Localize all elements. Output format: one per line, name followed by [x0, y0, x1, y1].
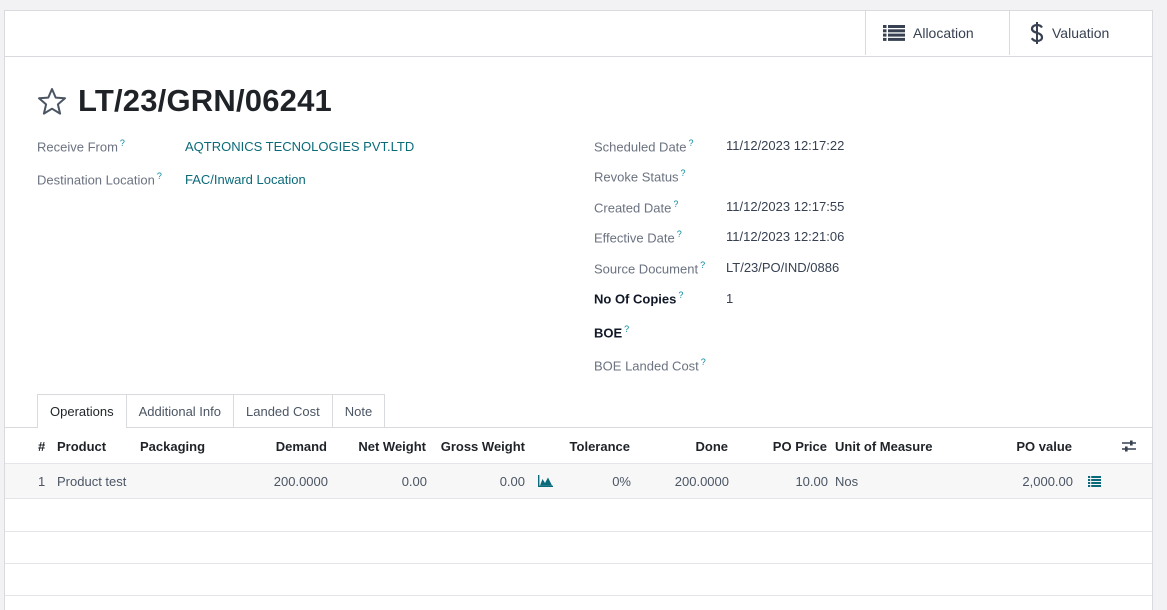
revoke-status-label-text: Revoke Status [594, 169, 679, 185]
list-icon [883, 25, 905, 41]
col-header-tolerance[interactable]: Tolerance [545, 439, 630, 454]
notebook-tabs: Operations Additional Info Landed Cost N… [37, 394, 386, 428]
allocation-button[interactable]: Allocation [865, 11, 1010, 55]
star-icon[interactable] [37, 87, 67, 116]
help-icon[interactable]: ? [689, 138, 694, 148]
allocation-label: Allocation [913, 25, 974, 41]
details-list-icon[interactable] [1088, 476, 1101, 487]
cell-po-value[interactable]: 2,000.00 [965, 474, 1073, 489]
tab-note[interactable]: Note [331, 394, 386, 427]
cell-unit-of-measure[interactable]: Nos [835, 474, 858, 489]
help-icon[interactable]: ? [120, 138, 125, 148]
cell-tolerance[interactable]: 0% [545, 474, 631, 489]
revoke-status-label: Revoke Status? [594, 168, 686, 184]
scheduled-date-value[interactable]: 11/12/2023 12:17:22 [726, 138, 844, 153]
col-header-net-weight[interactable]: Net Weight [336, 439, 426, 454]
effective-date-value[interactable]: 11/12/2023 12:21:06 [726, 229, 844, 244]
table-row[interactable]: 1 Product test 200.0000 0.00 0.00 0% 200… [5, 464, 1152, 499]
receive-from-label: Receive From? [37, 138, 125, 154]
help-icon[interactable]: ? [673, 199, 678, 209]
cell-gross-weight[interactable]: 0.00 [430, 474, 525, 489]
valuation-button[interactable]: Valuation [1009, 11, 1154, 55]
help-icon[interactable]: ? [681, 168, 686, 178]
col-header-po-value[interactable]: PO value [965, 439, 1072, 454]
effective-date-label: Effective Date? [594, 229, 682, 245]
dollar-icon [1030, 22, 1044, 44]
boe-landed-cost-label-text: BOE Landed Cost [594, 358, 699, 374]
tab-operations[interactable]: Operations [37, 394, 127, 428]
col-header-gross-weight[interactable]: Gross Weight [430, 439, 525, 454]
col-header-product[interactable]: Product [57, 439, 106, 454]
col-header-done[interactable]: Done [645, 439, 729, 454]
tab-additional-info[interactable]: Additional Info [125, 394, 234, 427]
help-icon[interactable]: ? [677, 229, 682, 239]
cell-demand[interactable]: 200.0000 [227, 474, 328, 489]
receive-from-value[interactable]: AQTRONICS TECNOLOGIES PVT.LTD [185, 139, 414, 154]
destination-location-label-text: Destination Location [37, 172, 155, 188]
boe-label: BOE? [594, 324, 629, 340]
record-title: LT/23/GRN/06241 [78, 83, 332, 118]
col-header-unit-of-measure[interactable]: Unit of Measure [835, 439, 933, 454]
help-icon[interactable]: ? [624, 324, 629, 334]
empty-row [5, 563, 1152, 596]
boe-landed-cost-label: BOE Landed Cost? [594, 357, 706, 373]
valuation-label: Valuation [1052, 25, 1110, 41]
smart-button-box: Allocation Valuation [5, 11, 1152, 57]
cell-done[interactable]: 200.0000 [645, 474, 729, 489]
help-icon[interactable]: ? [700, 260, 705, 270]
column-settings-icon[interactable] [1122, 440, 1136, 452]
col-header-packaging[interactable]: Packaging [140, 439, 205, 454]
scheduled-date-label: Scheduled Date? [594, 138, 694, 154]
no-of-copies-label-text: No Of Copies [594, 291, 677, 307]
scheduled-date-label-text: Scheduled Date [594, 139, 687, 155]
created-date-value[interactable]: 11/12/2023 12:17:55 [726, 199, 844, 214]
no-of-copies-value[interactable]: 1 [726, 291, 733, 306]
destination-location-label: Destination Location? [37, 171, 162, 187]
cell-number: 1 [38, 474, 46, 489]
destination-location-value[interactable]: FAC/Inward Location [185, 172, 306, 187]
source-document-label-text: Source Document [594, 261, 699, 277]
title-row: LT/23/GRN/06241 [37, 83, 332, 119]
col-header-number: # [38, 439, 46, 454]
cell-net-weight[interactable]: 0.00 [336, 474, 427, 489]
col-header-po-price[interactable]: PO Price [740, 439, 827, 454]
help-icon[interactable]: ? [157, 171, 162, 181]
effective-date-label-text: Effective Date [594, 230, 675, 246]
source-document-value[interactable]: LT/23/PO/IND/0886 [726, 260, 839, 275]
tab-landed-cost[interactable]: Landed Cost [233, 394, 333, 427]
empty-row [5, 499, 1152, 532]
boe-label-text: BOE [594, 325, 623, 341]
form-sheet: Allocation Valuation LT/23/GRN/06241 Rec… [4, 10, 1153, 610]
no-of-copies-label: No Of Copies? [594, 290, 683, 306]
col-header-demand[interactable]: Demand [227, 439, 327, 454]
help-icon[interactable]: ? [678, 290, 683, 300]
source-document-label: Source Document? [594, 260, 705, 276]
cell-product[interactable]: Product test [57, 474, 126, 489]
empty-row [5, 531, 1152, 564]
created-date-label-text: Created Date [594, 200, 672, 216]
created-date-label: Created Date? [594, 199, 678, 215]
receive-from-label-text: Receive From [37, 139, 118, 155]
help-icon[interactable]: ? [701, 357, 706, 367]
table-header: # Product Packaging Demand Net Weight Gr… [5, 428, 1152, 464]
cell-po-price[interactable]: 10.00 [740, 474, 828, 489]
